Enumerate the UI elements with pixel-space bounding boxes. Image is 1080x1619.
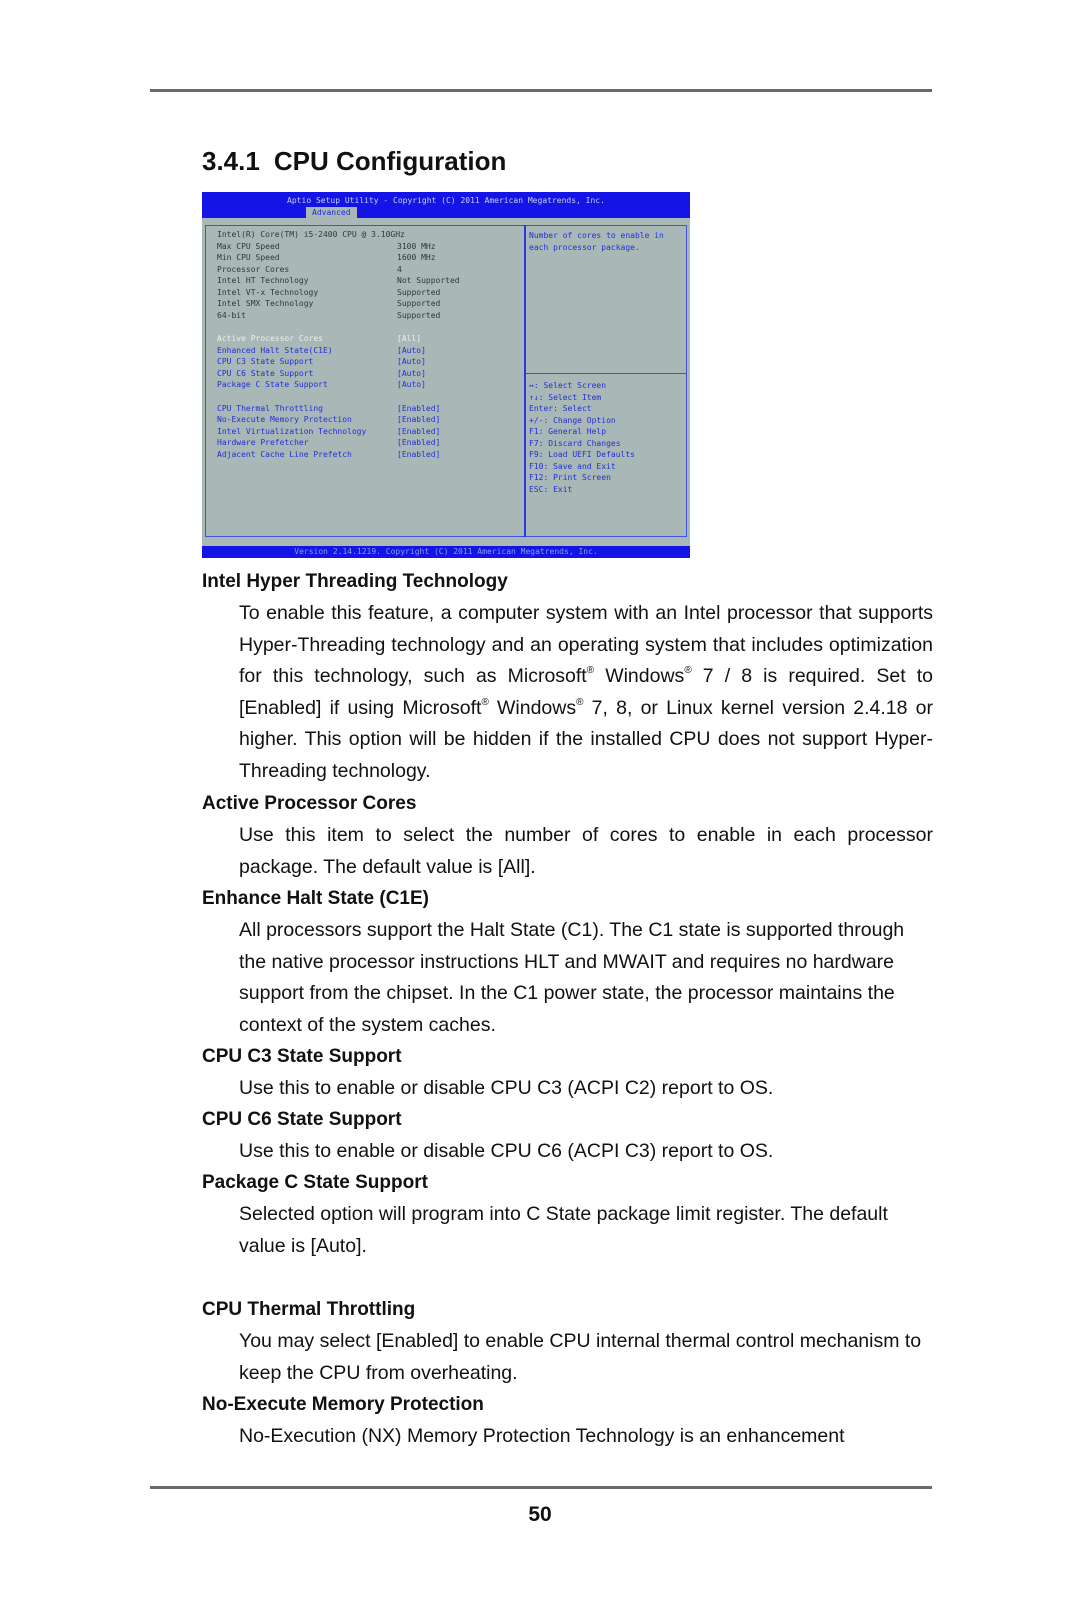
bios-header-title: Aptio Setup Utility - Copyright (C) 2011… xyxy=(287,196,605,205)
section-heading: CPU C6 State Support xyxy=(202,1109,402,1130)
info-label: 64-bit xyxy=(217,310,246,320)
section-heading: No-Execute Memory Protection xyxy=(202,1394,484,1415)
section-body: Use this item to select the number of co… xyxy=(239,824,933,878)
key-select-screen: ↔: Select Screen xyxy=(529,381,607,390)
bios-help-divider xyxy=(526,373,687,374)
key-f1: F1: General Help xyxy=(529,427,607,436)
section-heading: Active Processor Cores xyxy=(202,793,417,814)
section-title: 3.4.1 CPU Configuration xyxy=(202,146,506,177)
section-body: You may select [Enabled] to enable CPU i… xyxy=(239,1330,922,1384)
section-c6: CPU C6 State Support Use this to enable … xyxy=(202,1106,933,1168)
key-f10: F10: Save and Exit xyxy=(529,461,616,471)
section-heading: CPU C3 State Support xyxy=(202,1046,402,1067)
key-enter: Enter: Select xyxy=(529,404,592,413)
page-number: 50 xyxy=(528,1503,552,1526)
section-c1e: Enhance Halt State (C1E) All processors … xyxy=(202,885,933,1041)
info-value: 1600 MHz xyxy=(397,253,436,262)
info-label: Max CPU Speed xyxy=(217,241,280,251)
info-label: Processor Cores xyxy=(217,264,290,274)
section-heading: CPU Thermal Throttling xyxy=(202,1299,416,1320)
bios-help-text: Number of cores to enable in each proces… xyxy=(529,231,664,252)
section-body: No-Execution (NX) Memory Protection Tech… xyxy=(239,1425,845,1447)
key-esc: ESC: Exit xyxy=(529,484,573,494)
section-body: Use this to enable or disable CPU C6 (AC… xyxy=(239,1140,774,1162)
key-change-option: +/-: Change Option xyxy=(529,415,616,425)
section-package-c: Package C State Support Selected option … xyxy=(202,1169,933,1262)
bios-tab-advanced: Advanced xyxy=(306,207,357,218)
section-nx: No-Execute Memory Protection No-Executio… xyxy=(202,1391,933,1453)
section-number: 3.4.1 xyxy=(202,146,260,176)
info-value: Supported xyxy=(397,310,441,320)
footer-rule xyxy=(150,1486,932,1489)
info-value: Supported xyxy=(397,287,441,297)
bios-divider xyxy=(524,225,526,537)
section-ht: Intel Hyper Threading Technology To enab… xyxy=(202,568,933,787)
section-heading: Enhance Halt State (C1E) xyxy=(202,888,429,909)
bios-footer: Version 2.14.1219. Copyright (C) 2011 Am… xyxy=(202,546,690,558)
section-title-text: CPU Configuration xyxy=(273,146,507,176)
key-f7: F7: Discard Changes xyxy=(529,438,621,448)
key-f9: F9: Load UEFI Defaults xyxy=(529,450,635,459)
section-body: All processors support the Halt State (C… xyxy=(239,919,905,1036)
section-heading: Intel Hyper Threading Technology xyxy=(202,571,508,592)
section-body: Selected option will program into C Stat… xyxy=(239,1203,888,1257)
key-select-item: ↑↓: Select Item xyxy=(529,392,602,402)
info-value: 4 xyxy=(397,264,402,274)
info-value: Not Supported xyxy=(397,276,460,285)
info-label: Intel HT Technology xyxy=(217,276,309,285)
header-rule xyxy=(150,89,932,92)
bios-key-legend: ↔: Select Screen ↑↓: Select Item Enter: … xyxy=(529,380,635,495)
info-value: Supported xyxy=(397,299,441,308)
bios-header: Aptio Setup Utility - Copyright (C) 2011… xyxy=(202,192,690,218)
section-c3: CPU C3 State Support Use this to enable … xyxy=(202,1043,933,1105)
info-label: Min CPU Speed xyxy=(217,253,280,262)
section-active-cores: Active Processor Cores Use this item to … xyxy=(202,790,933,883)
section-thermal: CPU Thermal Throttling You may select [E… xyxy=(202,1296,933,1389)
section-body: To enable this feature, a computer syste… xyxy=(239,602,933,782)
info-value: 3100 MHz xyxy=(397,241,436,251)
key-f12: F12: Print Screen xyxy=(529,473,611,482)
info-label: Intel SMX Technology xyxy=(217,299,314,308)
info-label: Intel VT-x Technology xyxy=(217,287,319,297)
section-heading: Package C State Support xyxy=(202,1172,428,1193)
section-body: Use this to enable or disable CPU C3 (AC… xyxy=(239,1077,774,1099)
bios-screenshot: Aptio Setup Utility - Copyright (C) 2011… xyxy=(202,192,690,558)
